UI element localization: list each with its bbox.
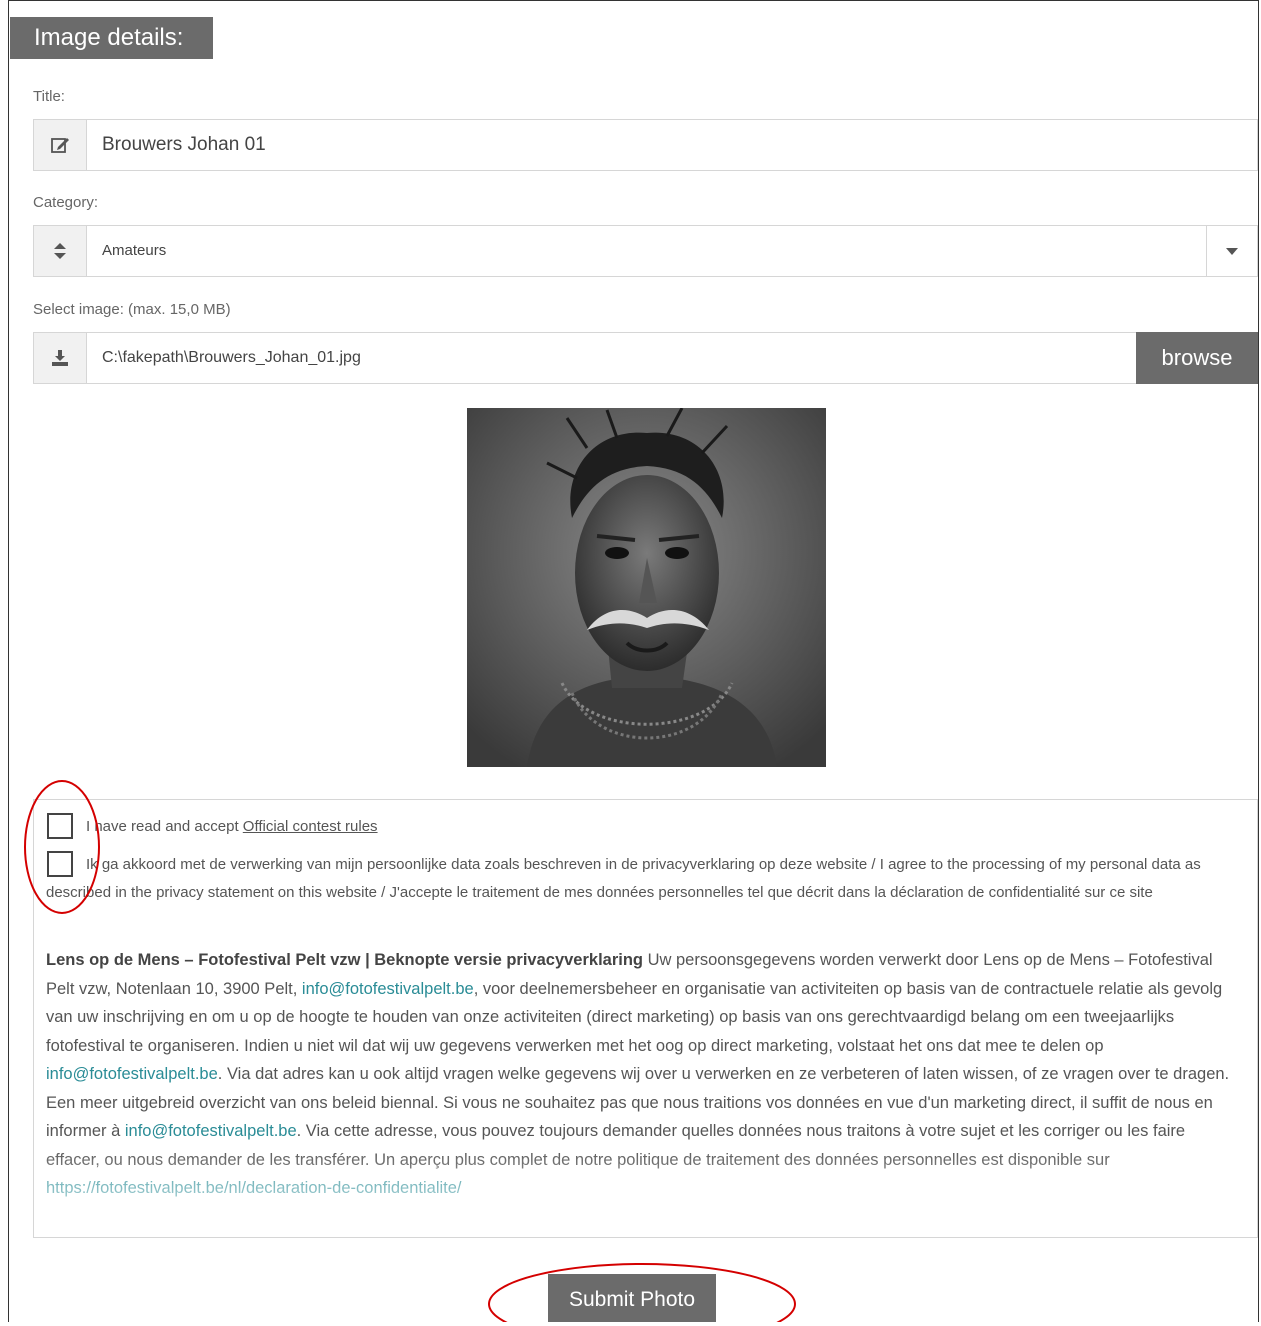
caret-down-icon[interactable] <box>1206 226 1257 276</box>
image-field[interactable]: C:\fakepath\Brouwers_Johan_01.jpg browse <box>33 332 1258 384</box>
title-field[interactable]: Brouwers Johan 01 <box>33 119 1258 171</box>
category-value[interactable]: Amateurs <box>102 226 166 276</box>
email-link-2[interactable]: info@fotofestivalpelt.be <box>46 1065 218 1083</box>
privacy-agree-text: Ik ga akkoord met de verwerking van mijn… <box>46 856 1201 901</box>
submit-photo-button[interactable]: Submit Photo <box>548 1274 716 1322</box>
privacy-statement: Lens op de Mens – Fotofestival Pelt vzw … <box>46 946 1241 1203</box>
section-heading: Image details: <box>10 17 213 59</box>
category-select[interactable]: Amateurs <box>33 225 1258 277</box>
rules-checkbox[interactable] <box>47 813 73 839</box>
consent-panel: I have read and accept Official contest … <box>33 799 1258 1238</box>
photo-preview <box>467 408 826 767</box>
email-link-3[interactable]: info@fotofestivalpelt.be <box>125 1122 297 1140</box>
file-path: C:\fakepath\Brouwers_Johan_01.jpg <box>102 349 361 366</box>
privacy-url-link[interactable]: https://fotofestivalpelt.be/nl/declarati… <box>46 1179 462 1197</box>
rules-text: I have read and accept Official contest … <box>86 813 378 841</box>
privacy-heading: Lens op de Mens – Fotofestival Pelt vzw … <box>46 951 643 969</box>
title-input[interactable]: Brouwers Johan 01 <box>102 120 266 170</box>
category-label: Category: <box>33 194 99 211</box>
email-link-1[interactable]: info@fotofestivalpelt.be <box>302 980 474 998</box>
image-label: Select image: (max. 15,0 MB) <box>33 301 231 318</box>
browse-button[interactable]: browse <box>1136 332 1258 384</box>
edit-icon <box>34 120 87 170</box>
official-rules-link[interactable]: Official contest rules <box>243 818 378 835</box>
title-label: Title: <box>33 88 65 105</box>
sort-icon <box>34 226 87 276</box>
download-icon <box>34 333 87 383</box>
rules-prefix: I have read and accept <box>86 818 243 835</box>
